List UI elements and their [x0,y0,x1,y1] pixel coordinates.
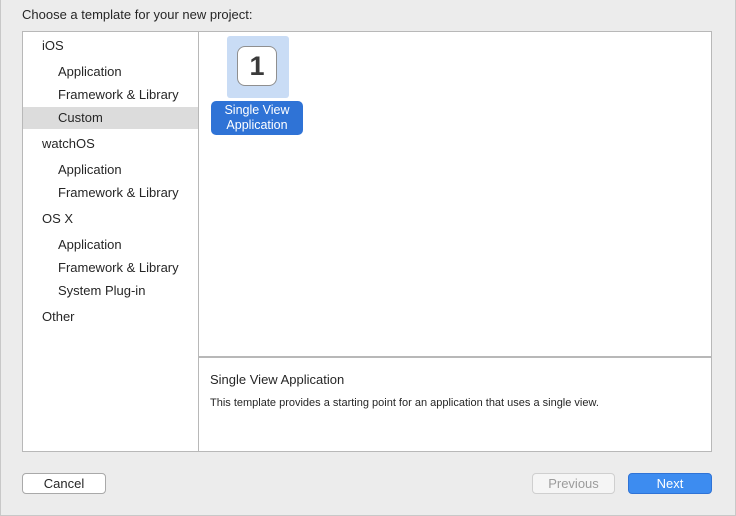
template-tile-highlight: 1 [227,36,289,98]
template-label: Single View Application [211,101,303,135]
sidebar-group-other[interactable]: Other [23,306,198,328]
next-button[interactable]: Next [628,473,712,494]
description-title: Single View Application [210,372,345,387]
cancel-button[interactable]: Cancel [22,473,106,494]
sidebar-item-osx-system-plugin[interactable]: System Plug-in [23,280,198,302]
sidebar-item-ios-framework-library[interactable]: Framework & Library [23,84,198,106]
template-single-view-application[interactable]: 1 Single View Application [211,34,303,136]
sidebar-item-ios-application[interactable]: Application [23,61,198,83]
sidebar-group-osx[interactable]: OS X [23,208,198,230]
previous-button[interactable]: Previous [532,473,615,494]
description-text: This template provides a starting point … [210,397,599,409]
template-grid: 1 Single View Application [199,31,712,357]
sidebar-item-watchos-framework-library[interactable]: Framework & Library [23,182,198,204]
sidebar-group-ios[interactable]: iOS [23,35,198,57]
sidebar-item-ios-custom[interactable]: Custom [23,107,198,129]
sidebar-group-watchos[interactable]: watchOS [23,133,198,155]
dialog-prompt: Choose a template for your new project: [22,7,253,22]
single-view-template-icon: 1 [237,46,277,86]
sidebar-item-watchos-application[interactable]: Application [23,159,198,181]
sidebar-item-osx-framework-library[interactable]: Framework & Library [23,257,198,279]
platform-sidebar: iOS Application Framework & Library Cust… [22,31,199,452]
template-description-panel: Single View Application This template pr… [199,357,712,452]
sidebar-item-osx-application[interactable]: Application [23,234,198,256]
window-border-left [0,0,1,516]
